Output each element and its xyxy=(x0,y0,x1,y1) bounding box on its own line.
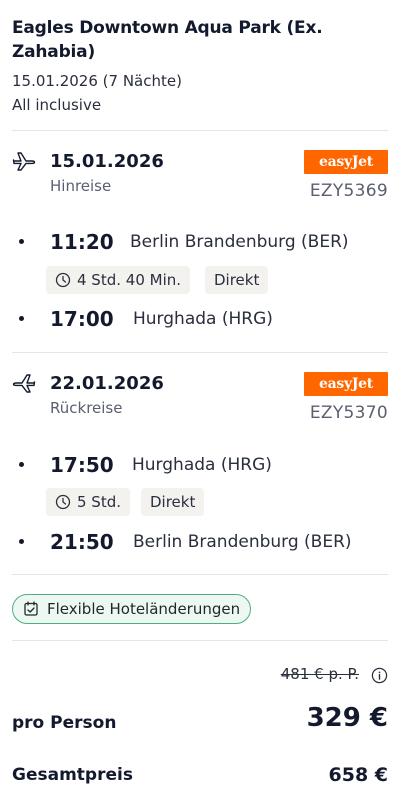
total-price-label: Gesamtpreis xyxy=(12,765,133,785)
divider xyxy=(12,640,388,641)
hotel-name: Eagles Downtown Aqua Park (Ex. Zahabia) xyxy=(12,18,323,62)
stops-chip: Direkt xyxy=(205,266,269,294)
duration-chip: 4 Std. 40 Min. xyxy=(46,266,191,294)
plane-departure-icon xyxy=(12,152,36,171)
divider xyxy=(12,130,388,131)
duration-text: 5 Std. xyxy=(77,493,122,511)
plane-arrival-icon xyxy=(12,374,36,393)
checklist-icon xyxy=(24,601,38,616)
stay-dates: 15.01.2026 (7 Nächte) xyxy=(12,72,182,90)
return-departure-place: Hurghada (HRG) xyxy=(132,455,272,475)
return-date: 22.01.2026 xyxy=(50,373,164,394)
return-departure-time: 17:50 xyxy=(50,453,114,477)
clock-icon xyxy=(55,272,71,288)
total-price: 658 € xyxy=(328,764,389,786)
outbound-arrival-time: 17:00 xyxy=(50,307,114,331)
board-type: All inclusive xyxy=(12,96,102,114)
outbound-departure-place: Berlin Brandenburg (BER) xyxy=(130,232,349,252)
arrival-dot xyxy=(19,316,24,321)
return-arrival-time: 21:50 xyxy=(50,530,114,554)
stops-chip: Direkt xyxy=(141,488,205,516)
clock-icon xyxy=(55,494,71,510)
flexible-hotel-changes-badge[interactable]: Flexible Hoteländerungen xyxy=(12,594,252,624)
return-arrival-place: Berlin Brandenburg (BER) xyxy=(133,532,352,552)
outbound-direction: Hinreise xyxy=(50,177,112,195)
per-person-price: 329 € xyxy=(306,703,388,733)
outbound-date: 15.01.2026 xyxy=(50,151,164,172)
old-price: 481 € p. P. xyxy=(280,665,359,683)
duration-text: 4 Std. 40 Min. xyxy=(77,271,182,289)
departure-dot xyxy=(19,239,24,244)
duration-chip: 5 Std. xyxy=(46,488,131,516)
divider xyxy=(12,574,388,575)
divider xyxy=(12,352,388,353)
info-icon[interactable] xyxy=(371,667,388,684)
easyjet-logo: easyJet xyxy=(304,372,388,396)
outbound-departure-time: 11:20 xyxy=(50,230,114,254)
feature-label: Flexible Hoteländerungen xyxy=(47,600,241,618)
return-direction: Rückreise xyxy=(50,399,123,417)
departure-dot xyxy=(19,462,24,467)
arrival-dot xyxy=(19,539,24,544)
per-person-label: pro Person xyxy=(12,713,117,733)
return-flight-number: EZY5370 xyxy=(309,403,388,423)
outbound-flight-number: EZY5369 xyxy=(309,181,388,201)
easyjet-logo: easyJet xyxy=(304,150,388,174)
outbound-arrival-place: Hurghada (HRG) xyxy=(133,309,273,329)
